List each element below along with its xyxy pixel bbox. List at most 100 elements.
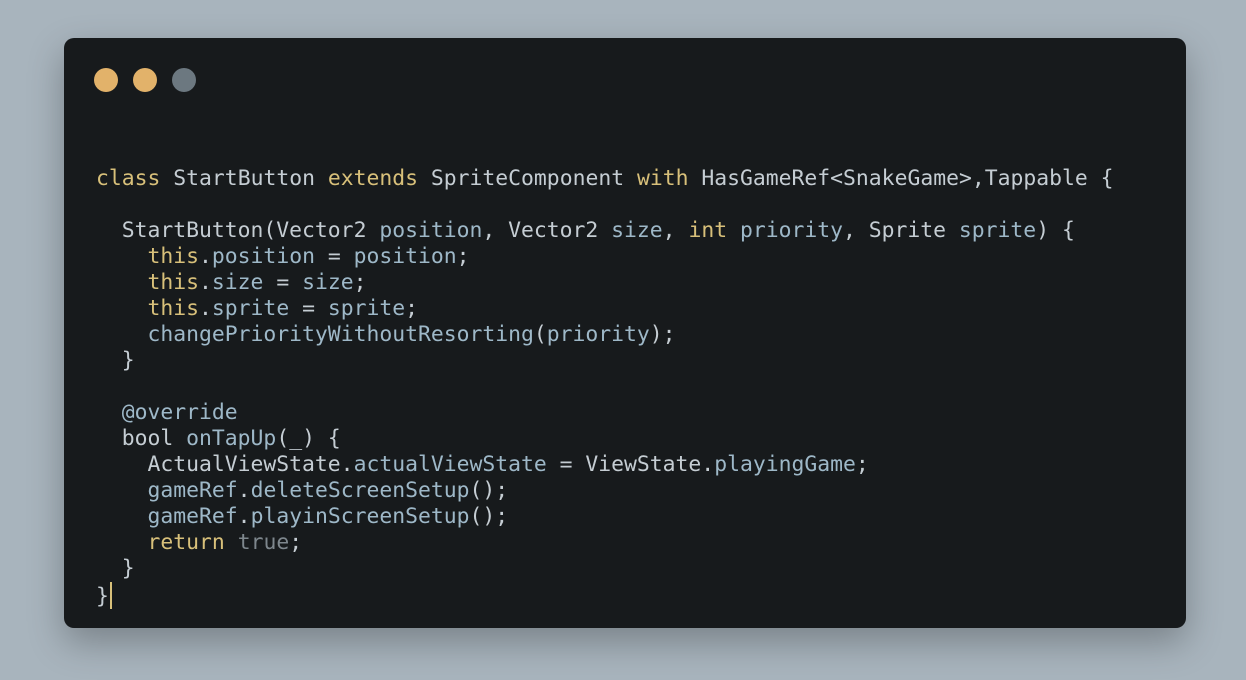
code-token: bool xyxy=(96,426,187,451)
code-line: } xyxy=(96,582,1114,609)
window-controls xyxy=(94,68,196,92)
code-token: size xyxy=(211,270,264,295)
code-token: playinScreenSetup xyxy=(250,504,470,529)
code-token: HasGameRef<SnakeGame>,Tappable { xyxy=(701,166,1114,191)
code-token: this xyxy=(147,296,200,321)
code-token: ; xyxy=(456,244,470,269)
code-token: } xyxy=(96,556,135,581)
minimize-dot-icon[interactable] xyxy=(133,68,157,92)
code-token: , Sprite xyxy=(843,218,959,243)
code-token: . xyxy=(199,244,212,269)
code-block[interactable]: class StartButton extends SpriteComponen… xyxy=(96,140,1114,609)
code-token: } xyxy=(96,348,135,373)
code-token: deleteScreenSetup xyxy=(250,478,470,503)
code-line: } xyxy=(96,348,1114,374)
code-token: StartButton xyxy=(173,166,315,191)
code-token: . xyxy=(237,504,251,529)
code-token: ) { xyxy=(1036,218,1075,243)
code-token: sprite xyxy=(211,296,290,321)
code-token: this xyxy=(147,244,200,269)
text-cursor xyxy=(109,582,112,609)
code-token: size xyxy=(302,270,354,295)
code-token: = xyxy=(289,296,328,321)
code-token: SpriteComponent xyxy=(430,166,625,191)
code-token: return xyxy=(147,530,225,555)
code-token: priority xyxy=(739,218,843,243)
code-token: = xyxy=(263,270,303,295)
code-token: ); xyxy=(649,322,676,347)
code-line: return true; xyxy=(96,530,1114,556)
code-line: ActualViewState.actualViewState = ViewSt… xyxy=(96,452,1114,478)
code-token: size xyxy=(611,218,663,243)
code-token: ; xyxy=(855,452,869,477)
code-token: changePriorityWithoutResorting xyxy=(147,322,534,347)
code-token: sprite xyxy=(327,296,406,321)
code-line: } xyxy=(96,556,1114,582)
code-window: class StartButton extends SpriteComponen… xyxy=(64,38,1186,628)
code-line: bool onTapUp(_) { xyxy=(96,426,1114,452)
code-line: gameRef.deleteScreenSetup(); xyxy=(96,478,1114,504)
code-token: = xyxy=(314,244,354,269)
code-token: position xyxy=(211,244,315,269)
code-line: this.sprite = sprite; xyxy=(96,296,1114,322)
code-token: position xyxy=(379,218,483,243)
code-token: ActualViewState. xyxy=(96,452,354,477)
code-line: class StartButton extends SpriteComponen… xyxy=(96,166,1114,192)
code-token: ; xyxy=(289,530,303,555)
code-line: this.position = position; xyxy=(96,244,1114,270)
code-token: . xyxy=(199,296,212,321)
code-token: this xyxy=(147,270,200,295)
code-token: } xyxy=(96,584,109,609)
code-token: = ViewState. xyxy=(546,452,715,477)
code-token: (_) { xyxy=(276,426,341,451)
code-token: . xyxy=(199,270,212,295)
code-token: actualViewState xyxy=(353,452,547,477)
code-token: gameRef xyxy=(147,478,238,503)
code-token: onTapUp xyxy=(186,426,277,451)
code-token: StartButton(Vector2 xyxy=(96,218,380,243)
code-token: class xyxy=(96,166,161,191)
code-token: , xyxy=(662,218,689,243)
code-token: extends xyxy=(327,166,419,191)
code-token: (); xyxy=(469,504,509,529)
code-token: position xyxy=(353,244,457,269)
code-token: ; xyxy=(353,270,367,295)
code-token: playingGame xyxy=(714,452,856,477)
code-token: ( xyxy=(533,322,547,347)
code-token: priority xyxy=(546,322,650,347)
code-line: gameRef.playinScreenSetup(); xyxy=(96,504,1114,530)
code-token: with xyxy=(636,166,689,191)
zoom-dot-icon[interactable] xyxy=(172,68,196,92)
code-token: sprite xyxy=(958,218,1037,243)
code-line: StartButton(Vector2 position, Vector2 si… xyxy=(96,218,1114,244)
code-line: @override xyxy=(96,400,1114,426)
code-line: this.size = size; xyxy=(96,270,1114,296)
code-token: , Vector2 xyxy=(482,218,612,243)
code-token: ; xyxy=(405,296,419,321)
close-dot-icon[interactable] xyxy=(94,68,118,92)
code-token: gameRef xyxy=(147,504,238,529)
code-token: true xyxy=(237,530,290,555)
code-token: int xyxy=(688,218,728,243)
code-line: changePriorityWithoutResorting(priority)… xyxy=(96,322,1114,348)
code-token: @override xyxy=(121,400,238,425)
code-token: . xyxy=(237,478,251,503)
